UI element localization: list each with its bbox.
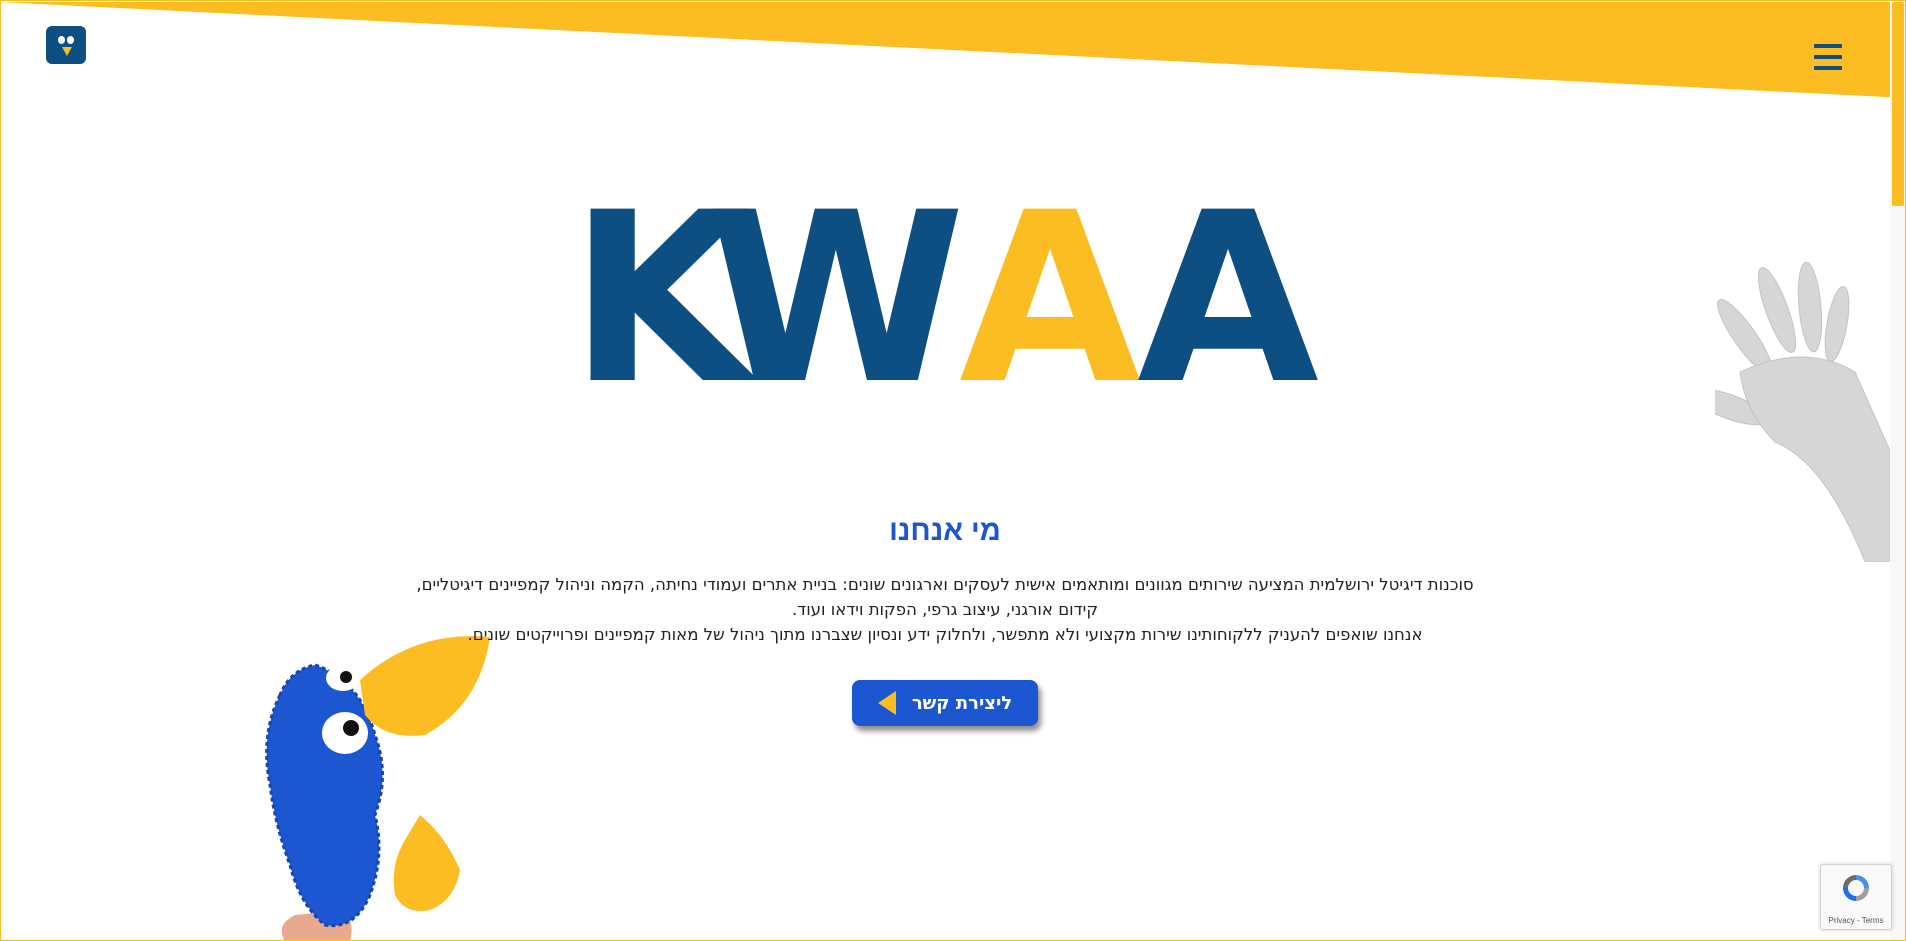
recaptcha-privacy-terms-link[interactable]: Privacy - Terms bbox=[1821, 916, 1891, 925]
wordmark-letter-w: W bbox=[706, 190, 965, 400]
site-logo-icon[interactable] bbox=[46, 26, 86, 64]
scrollbar-thumb[interactable] bbox=[1892, 2, 1904, 206]
kwaa-wordmark: K W A A bbox=[580, 190, 1319, 400]
top-yellow-banner bbox=[0, 2, 1906, 98]
recaptcha-badge[interactable]: Privacy - Terms bbox=[1820, 864, 1892, 930]
hamburger-menu-icon[interactable] bbox=[1814, 44, 1842, 70]
about-line-1: סוכנות דיגיטל ירושלמית המציעה שירותים מג… bbox=[416, 575, 1474, 594]
wordmark-letter-a2: A bbox=[1137, 190, 1319, 400]
arrow-left-icon bbox=[877, 691, 896, 715]
parrot-puppet-illustration bbox=[265, 636, 490, 941]
about-line-3: אנחנו שואפים להעניק ללקוחותינו שירות מקצ… bbox=[467, 625, 1423, 644]
about-description: סוכנות דיגיטל ירושלמית המציעה שירותים מג… bbox=[300, 572, 1590, 647]
wordmark-letter-a1: A bbox=[959, 190, 1141, 400]
recaptcha-icon bbox=[1843, 875, 1869, 901]
about-section-title: מי אנחנו bbox=[889, 515, 1001, 547]
about-line-2: קידום אורגני, עיצוב גרפי, הפקות וידאו וע… bbox=[791, 600, 1099, 619]
contact-button-label: ליצירת קשר bbox=[911, 692, 1013, 714]
contact-button[interactable]: ליצירת קשר bbox=[852, 680, 1038, 726]
